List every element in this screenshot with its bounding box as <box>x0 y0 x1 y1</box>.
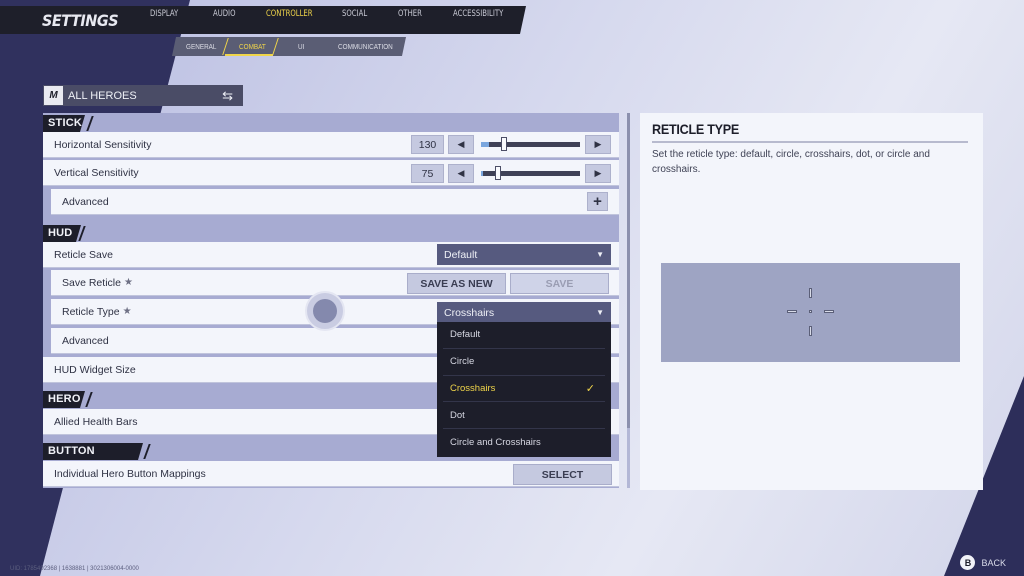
option-label: Dot <box>450 409 465 421</box>
dropdown-option-default[interactable]: Default <box>443 322 605 349</box>
swap-icon[interactable]: ⇆ <box>222 88 233 104</box>
caret-down-icon: ▼ <box>596 250 604 259</box>
horizontal-sensitivity-slider[interactable] <box>481 142 580 147</box>
divider <box>652 141 968 143</box>
tab-controller[interactable]: CONTROLLER <box>266 9 313 19</box>
row-label: Reticle Save <box>54 248 113 261</box>
version-info: UID: 1785492368 | 1638881 | 3021306004-0… <box>10 566 139 572</box>
section-title: STICK <box>48 117 82 129</box>
section-title: HERO <box>48 393 81 405</box>
section-header-button-mapping: BUTTON MAPPING <box>43 443 143 460</box>
info-panel: RETICLE TYPE Set the reticle type: defau… <box>640 113 983 490</box>
caret-down-icon: ▼ <box>596 308 604 317</box>
crosshair-left <box>787 310 797 313</box>
slider-fill <box>481 142 489 147</box>
expand-advanced-button[interactable]: + <box>587 192 608 211</box>
select-button[interactable]: SELECT <box>513 464 612 485</box>
game-logo-icon: M <box>44 86 63 105</box>
page-title: SETTINGS <box>42 10 119 30</box>
checkmark-icon: ✓ <box>585 382 595 395</box>
tab-other[interactable]: OTHER <box>398 9 422 19</box>
option-label: Crosshairs <box>450 382 496 394</box>
crosshair-bottom <box>809 326 812 336</box>
vertical-sensitivity-value[interactable]: 75 <box>411 164 444 183</box>
section-header-hud: HUD <box>43 225 81 242</box>
dropdown-value: Default <box>444 248 478 261</box>
star-icon: ★ <box>122 306 132 317</box>
vertical-increase-button[interactable]: ▶ <box>585 164 611 183</box>
row-label: Reticle Type <box>62 305 120 318</box>
subtab-general[interactable]: GENERAL <box>186 42 216 51</box>
section-title: HUD <box>48 227 73 239</box>
row-label: HUD Widget Size <box>54 363 136 376</box>
option-label: Circle and Crosshairs <box>450 437 541 449</box>
arrow-right-icon: ▶ <box>594 139 602 149</box>
crosshair-center-dot <box>809 310 812 313</box>
slider-fill <box>481 171 483 176</box>
top-nav-bar: SETTINGS <box>0 6 526 34</box>
dropdown-option-dot[interactable]: Dot <box>443 402 605 430</box>
arrow-left-icon: ◀ <box>457 168 465 178</box>
horizontal-decrease-button[interactable]: ◀ <box>448 135 474 154</box>
slider-thumb[interactable] <box>494 166 501 180</box>
reticle-type-dropdown-menu: Default Circle Crosshairs ✓ Dot Circle an… <box>437 322 611 457</box>
subtab-communication[interactable]: COMMUNICATION <box>338 42 393 51</box>
info-title: RETICLE TYPE <box>652 121 740 137</box>
dropdown-value: Crosshairs <box>444 306 495 319</box>
cursor-inner <box>313 299 337 323</box>
hero-selector[interactable]: M ALL HEROES ⇆ <box>43 85 243 106</box>
controller-cursor <box>305 291 345 331</box>
reticle-preview <box>661 263 960 362</box>
hero-selector-label: ALL HEROES <box>68 89 137 102</box>
arrow-right-icon: ▶ <box>594 168 602 178</box>
scrollbar-thumb[interactable] <box>627 113 630 428</box>
star-icon: ★ <box>123 277 133 288</box>
row-label: Individual Hero Button Mappings <box>54 467 206 480</box>
section-header-stick: STICK <box>43 115 85 132</box>
row-label: Advanced <box>62 334 109 347</box>
crosshair-right <box>824 310 834 313</box>
tab-display[interactable]: DISPLAY <box>150 9 178 19</box>
b-button-icon: B <box>960 555 976 570</box>
back-label: BACK <box>981 557 1006 568</box>
dropdown-option-crosshairs[interactable]: Crosshairs ✓ <box>443 376 605 403</box>
subtab-ui[interactable]: UI <box>298 42 304 51</box>
tab-accessibility[interactable]: ACCESSIBILITY <box>453 9 503 19</box>
tab-social[interactable]: SOCIAL <box>342 9 367 19</box>
arrow-left-icon: ◀ <box>457 139 465 149</box>
reticle-type-dropdown[interactable]: Crosshairs ▼ <box>437 302 611 323</box>
back-button[interactable]: B BACK <box>960 555 1006 570</box>
row-label: Advanced <box>62 195 109 208</box>
row-label: Horizontal Sensitivity <box>54 138 152 151</box>
save-as-new-button[interactable]: SAVE AS NEW <box>407 273 506 294</box>
plus-icon: + <box>593 193 602 210</box>
horizontal-sensitivity-value[interactable]: 130 <box>411 135 444 154</box>
dropdown-option-circle[interactable]: Circle <box>443 349 605 376</box>
option-label: Default <box>450 329 481 341</box>
row-label: Allied Health Bars <box>54 415 138 428</box>
reticle-save-dropdown[interactable]: Default ▼ <box>437 244 611 265</box>
vertical-decrease-button[interactable]: ◀ <box>448 164 474 183</box>
slider-thumb[interactable] <box>500 137 507 151</box>
horizontal-increase-button[interactable]: ▶ <box>585 135 611 154</box>
subtab-active-underline <box>225 54 273 56</box>
crosshair-top <box>809 288 812 298</box>
option-label: Circle <box>450 356 475 368</box>
dropdown-option-circle-and-crosshairs[interactable]: Circle and Crosshairs <box>443 429 605 456</box>
section-header-hero: HERO <box>43 391 85 408</box>
save-button[interactable]: SAVE <box>510 273 609 294</box>
row-stick-advanced[interactable]: Advanced <box>51 189 619 215</box>
subtab-combat[interactable]: COMBAT <box>239 42 266 51</box>
info-description: Set the reticle type: default, circle, c… <box>652 149 930 175</box>
row-label: Vertical Sensitivity <box>54 166 139 179</box>
tab-audio[interactable]: AUDIO <box>213 9 235 19</box>
row-label: Save Reticle <box>62 276 121 289</box>
